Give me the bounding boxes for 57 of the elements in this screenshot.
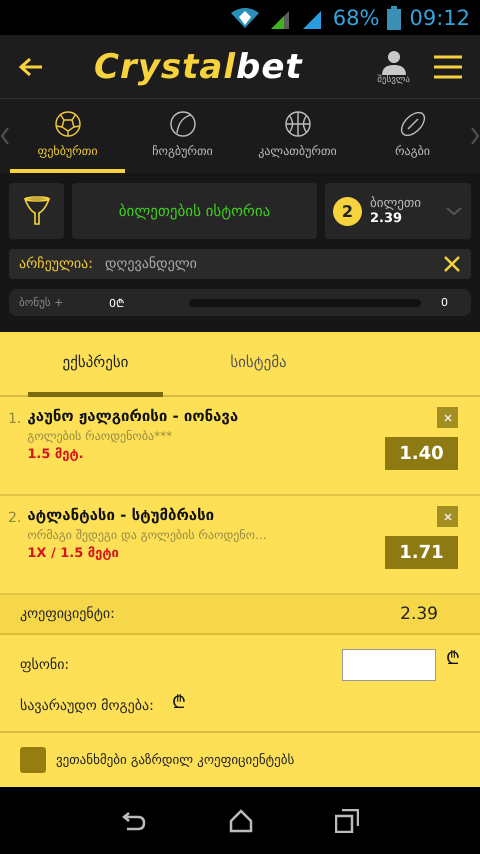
bet-number: 2. — [8, 509, 22, 528]
close-icon[interactable] — [443, 255, 461, 274]
battery-icon — [387, 6, 402, 30]
close-icon — [442, 412, 452, 423]
bet-type-tab[interactable]: ექსპრესი — [28, 332, 163, 398]
user-icon — [380, 48, 407, 74]
sport-tab[interactable]: კალათბურთი — [240, 98, 355, 174]
match-name: ატლანტასი - სტუმბრასი — [27, 506, 216, 524]
currency-sign: ₾ — [446, 647, 460, 670]
sport-tab[interactable]: რაგბი — [355, 98, 470, 174]
coefficient-value: 2.39 — [400, 604, 438, 624]
remove-button[interactable] — [437, 506, 458, 528]
bet-number: 1. — [8, 410, 22, 430]
ticket-count-badge: 2 — [333, 196, 362, 226]
chevron-down-icon — [445, 206, 463, 216]
tennis-ball-icon — [168, 110, 196, 138]
bet-pick: 1.5 მეტ. — [27, 447, 85, 462]
logo: Crystalbet — [94, 46, 303, 86]
bet-pick: 1X / 1.5 მეტი — [27, 546, 120, 562]
soccer-ball-icon — [54, 110, 82, 138]
possible-win-label: სავარაუდო მოგება: — [20, 698, 154, 714]
checkbox-label: ვეთანხმები გაზრდილ კოეფიციენტებს — [56, 752, 294, 768]
remove-button[interactable] — [437, 407, 458, 428]
market-name: ორმაგი შედეგი და გოლების რაოდენო... — [27, 528, 267, 542]
funnel-icon — [22, 196, 50, 226]
login-button[interactable]: შესვლა — [377, 48, 410, 84]
home-icon[interactable] — [229, 808, 253, 833]
stake-label: ფსონი: — [20, 657, 70, 674]
ticket-odds: 2.39 — [370, 211, 402, 226]
ticket-button[interactable]: 2 ბილეთი 2.39 — [325, 183, 471, 240]
bonus-label: ბონუს + — [19, 296, 64, 310]
clock: 09:12 — [409, 6, 470, 30]
bet-type-tab[interactable]: სისტემა — [191, 332, 326, 398]
basketball-icon — [284, 110, 312, 138]
filter-value: დღევანდელი — [104, 256, 198, 272]
ticket-history-button[interactable]: ბილეთების ისტორია — [72, 183, 317, 240]
bonus-amount: 0₾ — [109, 296, 125, 310]
stake-input[interactable] — [342, 649, 436, 682]
coefficient-label: კოეფიციენტი: — [20, 606, 115, 622]
market-name: გოლების რაოდენობა*** — [27, 429, 174, 444]
rugby-ball-icon — [398, 110, 426, 138]
sport-tab[interactable]: ჩოგბურთი — [125, 98, 240, 174]
match-name: კაუნო ჟალგირისი - იონავა — [27, 407, 238, 426]
wifi-icon — [228, 6, 261, 29]
filter-label: არჩეულია: — [19, 256, 93, 272]
back-arrow-icon[interactable] — [18, 56, 44, 78]
bonus-value: 0 — [441, 296, 449, 310]
filter-button[interactable] — [9, 183, 64, 240]
currency-sign: ₾ — [172, 691, 186, 714]
recent-apps-icon[interactable] — [335, 808, 359, 833]
odds-value: 1.71 — [385, 536, 458, 570]
close-icon — [442, 512, 452, 522]
odds-value: 1.40 — [385, 437, 458, 470]
ticket-label: ბილეთი — [370, 196, 422, 212]
checkbox[interactable] — [20, 747, 46, 774]
menu-icon[interactable] — [434, 54, 462, 78]
battery-percent: 68% — [332, 6, 380, 30]
